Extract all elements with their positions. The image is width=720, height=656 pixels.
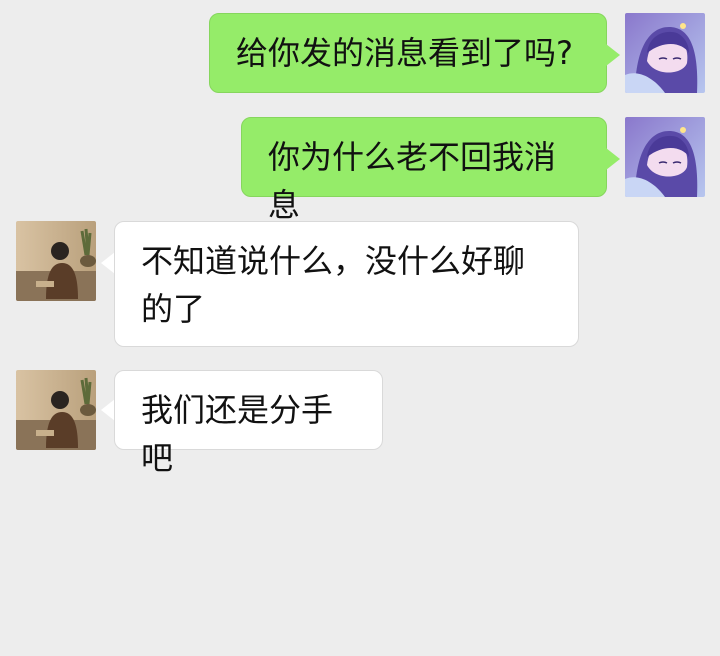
message-bubble-sent[interactable]: 你为什么老不回我消息	[241, 117, 607, 224]
man-photo-avatar-icon	[16, 370, 96, 450]
message-text: 不知道说什么，没什么好聊的了	[141, 242, 526, 328]
message-row: 你为什么老不回我消息	[0, 117, 720, 224]
message-row: 我们还是分手吧	[0, 370, 720, 477]
message-text: 我们还是分手吧	[141, 391, 334, 477]
message-text: 给你发的消息看到了吗?	[236, 34, 573, 72]
anime-girl-avatar-icon	[625, 13, 705, 93]
self-avatar[interactable]	[625, 13, 705, 93]
contact-avatar[interactable]	[16, 221, 96, 301]
bubble-tail	[101, 399, 115, 421]
anime-girl-avatar-icon	[625, 117, 705, 197]
bubble-tail	[606, 44, 620, 66]
message-bubble-received[interactable]: 不知道说什么，没什么好聊的了	[114, 221, 579, 347]
contact-avatar[interactable]	[16, 370, 96, 450]
self-avatar[interactable]	[625, 117, 705, 197]
message-text: 你为什么老不回我消息	[268, 138, 557, 224]
man-photo-avatar-icon	[16, 221, 96, 301]
message-bubble-sent[interactable]: 给你发的消息看到了吗?	[209, 13, 607, 93]
message-bubble-received[interactable]: 我们还是分手吧	[114, 370, 383, 477]
bubble-tail	[101, 252, 115, 274]
message-row: 给你发的消息看到了吗?	[0, 13, 720, 93]
bubble-tail	[606, 148, 620, 170]
message-row: 不知道说什么，没什么好聊的了	[0, 221, 720, 347]
